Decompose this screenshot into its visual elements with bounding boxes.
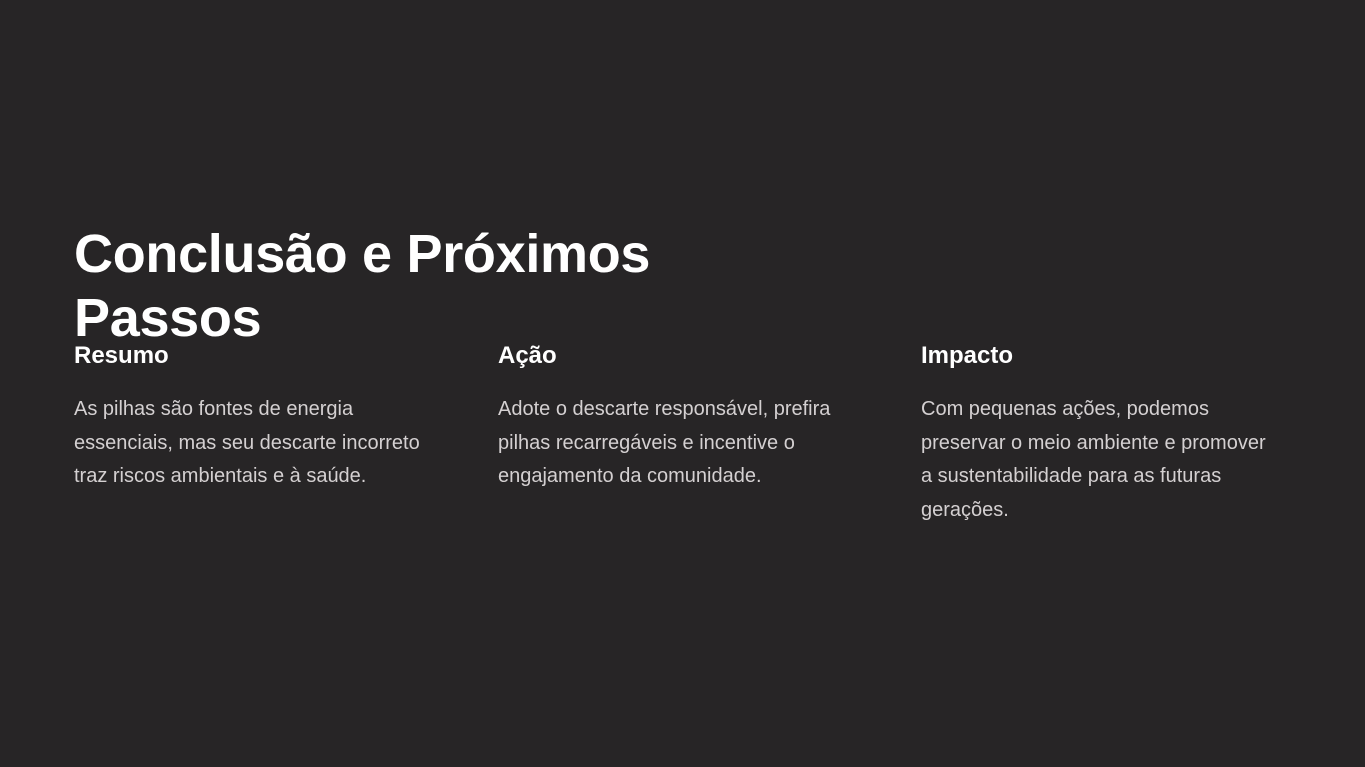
summary-column: Resumo As pilhas são fontes de energia e… xyxy=(74,340,434,494)
impact-text: Com pequenas ações, podemos preservar o … xyxy=(921,398,1266,521)
slide: Conclusão e Próximos Passos Resumo As pi… xyxy=(0,0,1365,767)
impact-heading: Impacto xyxy=(921,342,1014,369)
impact-column: Impacto Com pequenas ações, podemos pres… xyxy=(921,340,1281,527)
summary-heading: Resumo xyxy=(74,342,169,369)
action-text: Adote o descarte responsável, prefira pi… xyxy=(498,398,831,488)
action-column: Ação Adote o descarte responsável, prefi… xyxy=(498,340,858,494)
summary-text: As pilhas são fontes de energia essencia… xyxy=(74,398,420,488)
slide-title: Conclusão e Próximos Passos xyxy=(74,224,651,348)
action-heading: Ação xyxy=(498,342,557,369)
